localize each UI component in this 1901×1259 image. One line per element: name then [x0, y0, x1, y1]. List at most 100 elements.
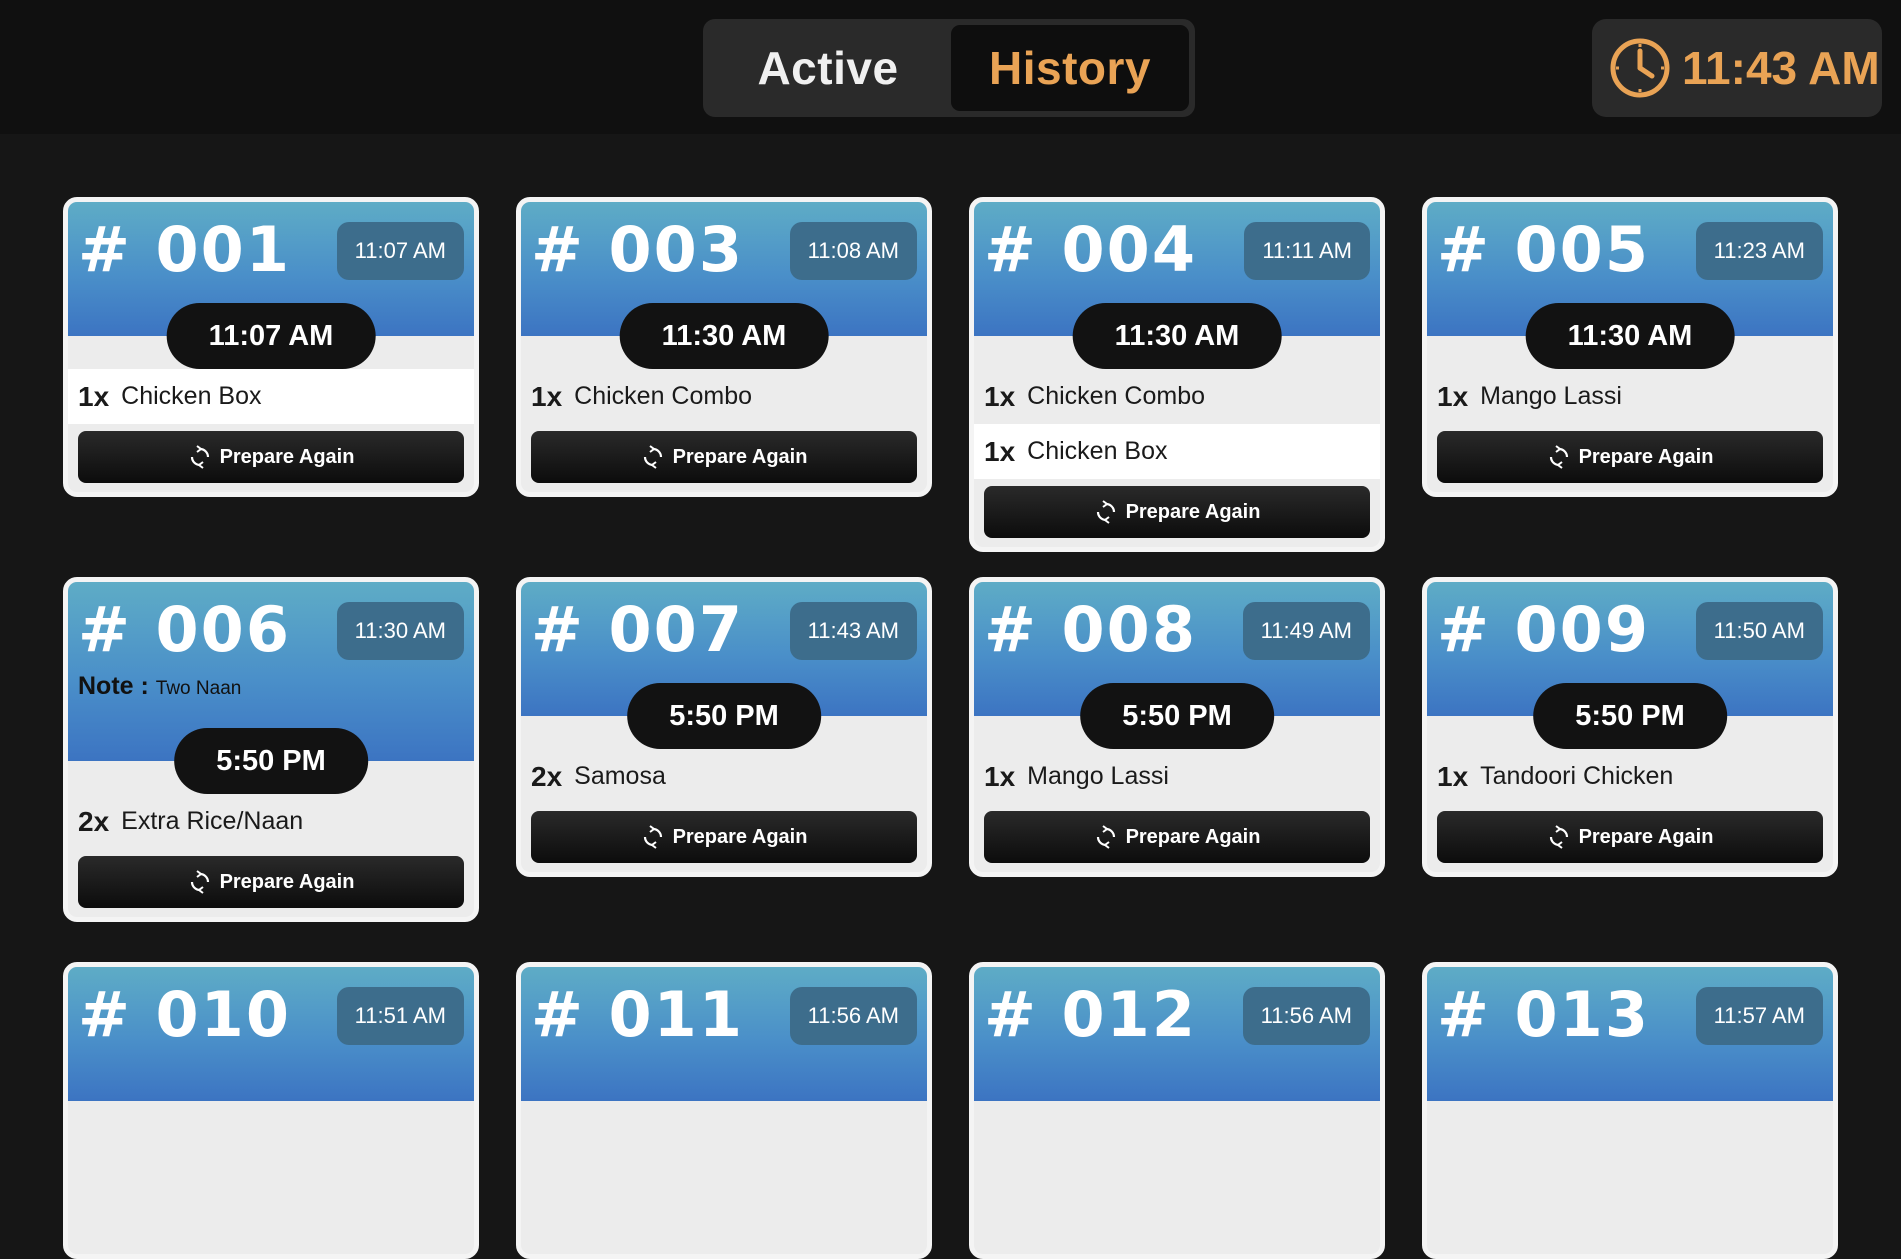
- order-item: 1x Chicken Combo: [521, 369, 927, 424]
- top-bar: Active History 11:43 AM: [0, 0, 1901, 134]
- prepare-again-label: Prepare Again: [219, 445, 355, 468]
- order-items: [974, 1101, 1380, 1254]
- ready-time-pill: 5:50 PM: [1080, 683, 1274, 749]
- order-header: # 007 11:43 AM 5:50 PM: [521, 582, 927, 749]
- order-placed-time: 11:57 AM: [1695, 987, 1823, 1045]
- item-name: Chicken Combo: [574, 382, 753, 410]
- clock-icon: [1610, 38, 1670, 98]
- order-header: # 003 11:08 AM 11:30 AM: [521, 202, 927, 369]
- prepare-again-button[interactable]: Prepare Again: [1437, 811, 1823, 863]
- order-card: # 010 11:51 AM: [63, 962, 479, 1259]
- prepare-again-label: Prepare Again: [672, 445, 808, 468]
- order-header: # 010 11:51 AM: [68, 967, 474, 1101]
- prepare-again-button[interactable]: Prepare Again: [531, 811, 917, 863]
- current-time: 11:43 AM: [1592, 19, 1882, 117]
- order-item: 1x Mango Lassi: [974, 749, 1380, 804]
- prepare-again-label: Prepare Again: [1578, 825, 1714, 848]
- order-items: [68, 1101, 474, 1254]
- item-name: Chicken Box: [1027, 437, 1168, 465]
- order-header: # 008 11:49 AM 5:50 PM: [974, 582, 1380, 749]
- order-placed-time: 11:30 AM: [336, 602, 464, 660]
- order-placed-time: 11:08 AM: [789, 222, 917, 280]
- order-header: # 006 11:30 AM Note : Two Naan 5:50 PM: [68, 582, 474, 794]
- order-card: # 003 11:08 AM 11:30 AM 1x Chicken Combo Prep…: [516, 197, 932, 497]
- order-card: # 005 11:23 AM 11:30 AM 1x Mango Lassi Prepar…: [1422, 197, 1838, 497]
- prepare-again-button[interactable]: Prepare Again: [984, 811, 1370, 863]
- order-item: 2x Extra Rice/Naan: [68, 794, 474, 849]
- prepare-again-label: Prepare Again: [219, 870, 355, 893]
- order-card: # 012 11:56 AM: [969, 962, 1385, 1259]
- item-name: Extra Rice/Naan: [121, 807, 304, 835]
- ready-time-pill: 5:50 PM: [627, 683, 821, 749]
- refresh-icon: [1096, 500, 1115, 524]
- tab-history[interactable]: History: [951, 25, 1189, 111]
- prepare-again-button[interactable]: Prepare Again: [531, 431, 917, 483]
- order-card: # 008 11:49 AM 5:50 PM 1x Mango Lassi Prepare…: [969, 577, 1385, 877]
- refresh-icon: [190, 445, 209, 469]
- item-qty: 1x: [984, 435, 1016, 467]
- view-tabs: Active History: [703, 19, 1195, 117]
- note-text: Two Naan: [155, 678, 242, 699]
- prepare-again-button[interactable]: Prepare Again: [78, 431, 464, 483]
- clock-time: 11:43 AM: [1682, 42, 1880, 94]
- item-qty: 1x: [1437, 760, 1469, 792]
- order-header: # 004 11:11 AM 11:30 AM: [974, 202, 1380, 369]
- ready-time-pill: 11:30 AM: [1525, 303, 1735, 369]
- order-placed-time: 11:50 AM: [1695, 602, 1823, 660]
- order-item: 1x Chicken Combo: [974, 369, 1380, 424]
- order-header: # 005 11:23 AM 11:30 AM: [1427, 202, 1833, 369]
- prepare-again-button[interactable]: Prepare Again: [984, 486, 1370, 538]
- order-card: # 013 11:57 AM: [1422, 962, 1838, 1259]
- order-item: 1x Mango Lassi: [1427, 369, 1833, 424]
- order-placed-time: 11:56 AM: [1242, 987, 1370, 1045]
- item-qty: 1x: [531, 380, 563, 412]
- refresh-icon: [1549, 825, 1568, 849]
- order-card: # 007 11:43 AM 5:50 PM 2x Samosa Prepare Agai…: [516, 577, 932, 877]
- item-qty: 1x: [1437, 380, 1469, 412]
- refresh-icon: [1096, 825, 1115, 849]
- order-items: [1427, 1101, 1833, 1254]
- prepare-again-label: Prepare Again: [1125, 825, 1261, 848]
- order-header: # 009 11:50 AM 5:50 PM: [1427, 582, 1833, 749]
- order-card: # 011 11:56 AM: [516, 962, 932, 1259]
- order-placed-time: 11:51 AM: [336, 987, 464, 1045]
- prepare-again-label: Prepare Again: [1578, 445, 1714, 468]
- order-header: # 012 11:56 AM: [974, 967, 1380, 1101]
- prepare-again-label: Prepare Again: [1125, 500, 1261, 523]
- item-name: Mango Lassi: [1027, 762, 1169, 790]
- item-name: Chicken Combo: [1027, 382, 1206, 410]
- ready-time-pill: 5:50 PM: [174, 728, 368, 794]
- prepare-again-button[interactable]: Prepare Again: [78, 856, 464, 908]
- order-header: # 013 11:57 AM: [1427, 967, 1833, 1101]
- order-card: # 006 11:30 AM Note : Two Naan 5:50 PM 2x Ext…: [63, 577, 479, 922]
- order-placed-time: 11:49 AM: [1242, 602, 1370, 660]
- order-card: # 009 11:50 AM 5:50 PM 1x Tandoori Chicken Pr…: [1422, 577, 1838, 877]
- ready-time-pill: 11:30 AM: [1072, 303, 1282, 369]
- prepare-again-button[interactable]: Prepare Again: [1437, 431, 1823, 483]
- tab-active[interactable]: Active: [709, 25, 947, 111]
- refresh-icon: [643, 825, 662, 849]
- item-qty: 1x: [78, 380, 110, 412]
- item-name: Chicken Box: [121, 382, 262, 410]
- order-placed-time: 11:43 AM: [789, 602, 917, 660]
- order-header: # 001 11:07 AM 11:07 AM: [68, 202, 474, 369]
- refresh-icon: [1549, 445, 1568, 469]
- item-name: Mango Lassi: [1480, 382, 1622, 410]
- note-label: Note :: [78, 672, 149, 700]
- order-header: # 011 11:56 AM: [521, 967, 927, 1101]
- ready-time-pill: 5:50 PM: [1533, 683, 1727, 749]
- order-placed-time: 11:11 AM: [1244, 222, 1370, 280]
- prepare-again-label: Prepare Again: [672, 825, 808, 848]
- item-qty: 2x: [531, 760, 563, 792]
- item-qty: 1x: [984, 760, 1016, 792]
- order-card: # 004 11:11 AM 11:30 AM 1x Chicken Combo 1x Ch…: [969, 197, 1385, 552]
- refresh-icon: [190, 870, 209, 894]
- order-card: # 001 11:07 AM 11:07 AM 1x Chicken Box Prepar…: [63, 197, 479, 497]
- item-qty: 1x: [984, 380, 1016, 412]
- order-items: [521, 1101, 927, 1254]
- order-note: Note : Two Naan: [78, 672, 464, 701]
- ready-time-pill: 11:30 AM: [619, 303, 829, 369]
- item-qty: 2x: [78, 805, 110, 837]
- refresh-icon: [643, 445, 662, 469]
- order-item: 1x Tandoori Chicken: [1427, 749, 1833, 804]
